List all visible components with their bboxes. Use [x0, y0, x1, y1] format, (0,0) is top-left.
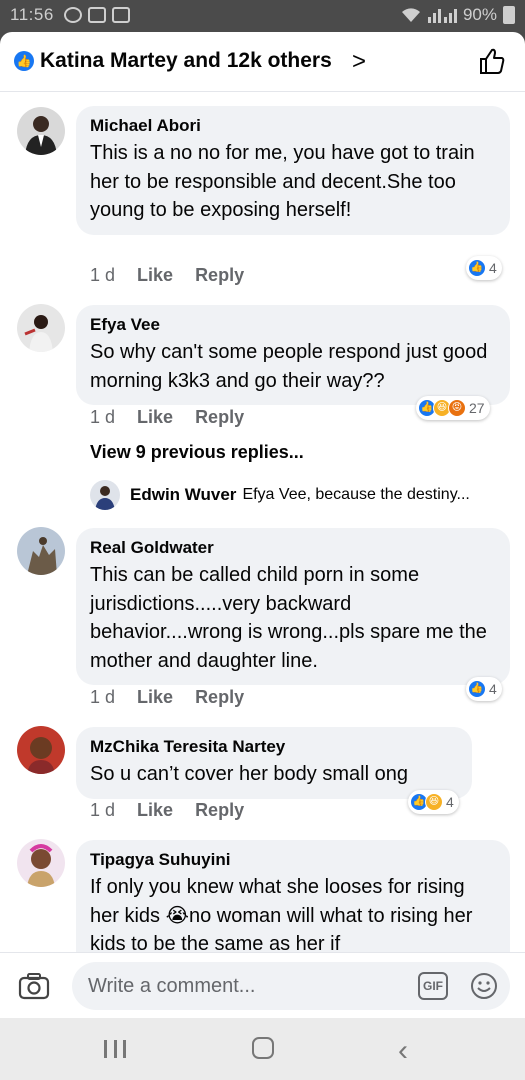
- reply-author[interactable]: Edwin Wuver: [130, 485, 236, 505]
- comment-actions: 1 d Like Reply: [90, 407, 244, 428]
- avatar[interactable]: [17, 107, 65, 155]
- like-button[interactable]: Like: [137, 800, 173, 821]
- comment-bubble[interactable]: Tipagya Suhuyini If only you knew what s…: [76, 840, 510, 952]
- like-button[interactable]: Like: [137, 407, 173, 428]
- comment-age: 1 d: [90, 800, 116, 820]
- like-reaction-icon: 👍: [468, 259, 486, 277]
- comment-actions: 1 d Like Reply: [90, 800, 244, 821]
- gallery-icon: [112, 7, 130, 23]
- recent-apps-button[interactable]: [104, 1040, 126, 1058]
- reply-button[interactable]: Reply: [195, 407, 244, 428]
- signal-icon: [427, 9, 457, 23]
- comment-text: So u can’t cover her body small ong: [90, 763, 408, 785]
- reaction-count: 4: [489, 681, 497, 697]
- status-time: 11:56: [10, 5, 54, 24]
- comment-age: 1 d: [90, 265, 116, 285]
- chevron-right-icon[interactable]: >: [352, 48, 366, 76]
- comment-author[interactable]: Tipagya Suhuyini: [90, 850, 496, 870]
- avatar[interactable]: [17, 304, 65, 352]
- reply-preview[interactable]: Edwin Wuver Efya Vee, because the destin…: [90, 480, 470, 510]
- like-post-button[interactable]: [477, 46, 507, 76]
- comment-bubble[interactable]: Efya Vee So why can't some people respon…: [76, 305, 510, 405]
- camera-icon[interactable]: [18, 972, 50, 1000]
- haha-reaction-icon: 😆: [425, 793, 443, 811]
- whatsapp-icon: [64, 7, 82, 23]
- system-icons: 90%: [401, 5, 515, 25]
- comment-actions: 1 d Like Reply: [90, 687, 244, 708]
- avatar[interactable]: [17, 726, 65, 774]
- status-bar: 11:56 90%: [0, 0, 525, 32]
- comments-sheet: 👍 Katina Martey and 12k others > Michael…: [0, 32, 525, 952]
- avatar[interactable]: [17, 527, 65, 575]
- wifi-icon: [401, 8, 420, 22]
- avatar[interactable]: [17, 839, 65, 887]
- battery-icon: [503, 6, 515, 24]
- like-button[interactable]: Like: [137, 265, 173, 286]
- comment-age: 1 d: [90, 407, 116, 427]
- reply-button[interactable]: Reply: [195, 265, 244, 286]
- reactions-header[interactable]: 👍 Katina Martey and 12k others >: [0, 32, 525, 92]
- comment-author[interactable]: Efya Vee: [90, 315, 496, 335]
- back-button[interactable]: ‹: [398, 1034, 408, 1068]
- avatar[interactable]: [90, 480, 120, 510]
- reaction-count-badge[interactable]: 👍 😆 😡 27: [416, 396, 490, 420]
- comment-author[interactable]: MzChika Teresita Nartey: [90, 737, 458, 757]
- comment-composer: GIF: [0, 952, 525, 1018]
- reaction-count-badge[interactable]: 👍 4: [466, 677, 502, 701]
- reactions-summary[interactable]: Katina Martey and 12k others: [40, 49, 332, 73]
- reaction-count-badge[interactable]: 👍 4: [466, 256, 502, 280]
- comment-text: This can be called child porn in some ju…: [90, 564, 487, 672]
- comment-text: So why can't some people respond just go…: [90, 341, 488, 392]
- view-previous-replies-link[interactable]: View 9 previous replies...: [90, 442, 304, 463]
- system-nav-bar: ‹: [0, 1018, 525, 1080]
- comment-text: This is a no no for me, you have got to …: [90, 142, 475, 221]
- reply-button[interactable]: Reply: [195, 800, 244, 821]
- comment-text: If only you knew what she looses for ris…: [90, 876, 473, 952]
- comment-author[interactable]: Michael Abori: [90, 116, 496, 136]
- reaction-count-badge[interactable]: 👍 😆 4: [408, 790, 459, 814]
- emoji-icon[interactable]: [470, 972, 498, 1000]
- comment-actions: 1 d Like Reply: [90, 265, 244, 286]
- comment-bubble[interactable]: Michael Abori This is a no no for me, yo…: [76, 106, 510, 235]
- gif-button[interactable]: GIF: [418, 972, 448, 1000]
- reply-text: Efya Vee, because the destiny...: [242, 486, 470, 503]
- like-reaction-icon: 👍: [468, 680, 486, 698]
- reaction-count: 27: [469, 400, 485, 416]
- comment-author[interactable]: Real Goldwater: [90, 538, 496, 558]
- reaction-count: 4: [489, 260, 497, 276]
- battery-percent: 90%: [462, 5, 497, 24]
- notification-icons: [64, 7, 130, 23]
- like-reaction-icon: 👍: [14, 51, 34, 71]
- like-button[interactable]: Like: [137, 687, 173, 708]
- comment-bubble[interactable]: Real Goldwater This can be called child …: [76, 528, 510, 685]
- mail-icon: [88, 7, 106, 23]
- comment-age: 1 d: [90, 687, 116, 707]
- reply-button[interactable]: Reply: [195, 687, 244, 708]
- angry-reaction-icon: 😡: [448, 399, 466, 417]
- home-button[interactable]: [252, 1037, 274, 1059]
- comment-bubble[interactable]: MzChika Teresita Nartey So u can’t cover…: [76, 727, 472, 799]
- reaction-count: 4: [446, 794, 454, 810]
